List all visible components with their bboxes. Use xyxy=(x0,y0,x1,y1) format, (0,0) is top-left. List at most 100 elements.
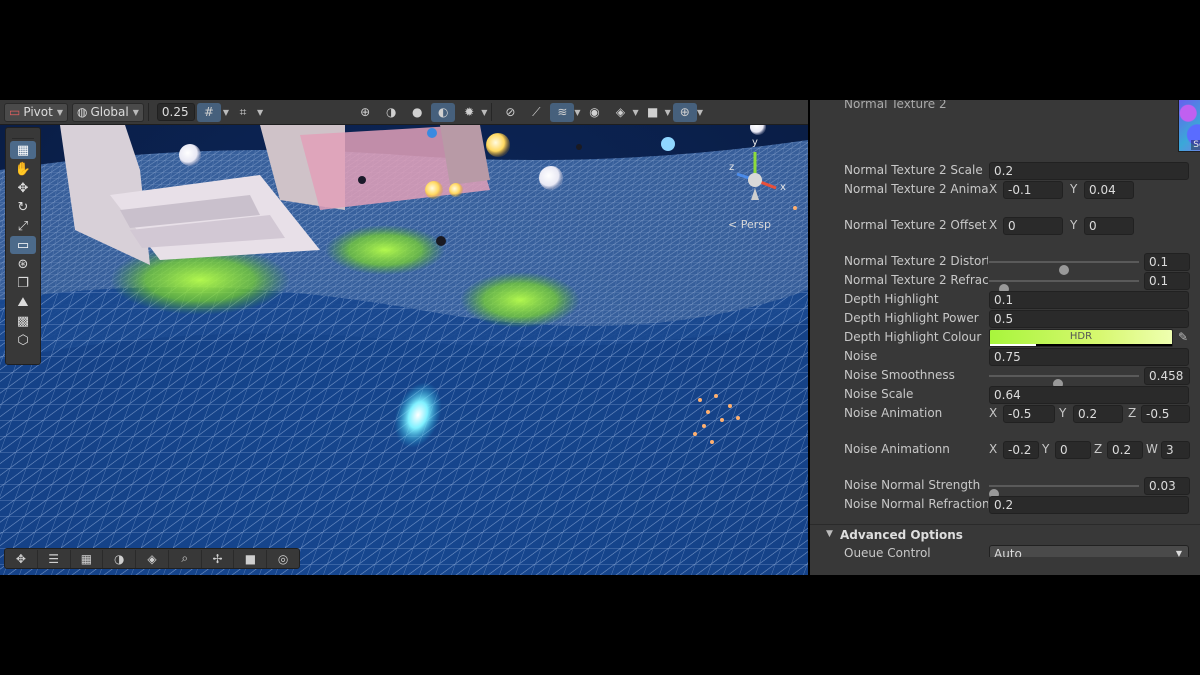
noise-animationn-y-field[interactable]: 0 xyxy=(1055,441,1091,459)
queue-control-value: Auto xyxy=(994,547,1022,557)
shaded-wireframe-icon[interactable]: ⊕ xyxy=(353,103,377,122)
noise-animation-x-field[interactable]: -0.5 xyxy=(1003,405,1055,423)
noise-scale-field[interactable]: 0.64 xyxy=(989,386,1189,404)
toolbar-divider xyxy=(147,103,149,121)
nt2-distortion-field[interactable]: 0.1 xyxy=(1144,253,1190,271)
scale-icon[interactable]: ⤢ xyxy=(10,217,36,235)
pivot-toggle[interactable]: ▭ Pivot ▼ xyxy=(4,102,68,122)
shaded-icon[interactable]: ◑ xyxy=(379,103,403,122)
global-label: Global xyxy=(90,105,129,119)
nt2-distortion-row: Normal Texture 2 Distortion 0.1 xyxy=(844,253,1194,275)
terrain-icon[interactable]: ⛰ xyxy=(10,293,36,311)
snap-increment-field[interactable]: 0.25 xyxy=(156,103,195,121)
noise-field[interactable]: 0.75 xyxy=(989,348,1189,366)
depth-highlight-field[interactable]: 0.1 xyxy=(989,291,1189,309)
nt2-scale-row: Normal Texture 2 Scale 0.2 xyxy=(844,162,1194,181)
axis-x-label: X xyxy=(989,218,998,232)
2d-toggle-icon[interactable]: ⊘ xyxy=(498,103,522,122)
depth-highlight-power-field[interactable]: 0.5 xyxy=(989,310,1189,328)
settings-icon[interactable]: ☰ xyxy=(38,549,71,568)
noise-animationn-z-field[interactable]: 0.2 xyxy=(1107,441,1143,459)
lighting-icon[interactable]: ⟋ xyxy=(524,103,548,122)
search-icon[interactable]: ⌕ xyxy=(169,549,202,568)
gizmos-icon[interactable]: ⊕ xyxy=(672,102,697,122)
chevron-down-icon[interactable]: ▼ xyxy=(223,108,229,117)
rotate-icon[interactable]: ↻ xyxy=(10,198,36,216)
hdr-color-swatch[interactable]: HDR xyxy=(989,329,1173,347)
layers-stack-icon[interactable]: ◈ xyxy=(609,103,633,122)
chevron-down-icon[interactable]: ▼ xyxy=(665,108,671,117)
globe-icon: ◍ xyxy=(76,105,88,119)
nt2-refraction-slider[interactable] xyxy=(989,280,1139,294)
noise-row: Noise 0.75 xyxy=(844,348,1194,367)
bottom-overlay-toolbar: ✥ ☰ ▦ ◑ ◈ ⌕ ✢ ■ ◎ xyxy=(4,548,300,569)
hand-icon[interactable]: ✋ xyxy=(10,160,36,178)
grid-snap-icon[interactable]: # xyxy=(196,102,221,122)
global-toggle[interactable]: ◍ Global ▼ xyxy=(71,102,144,122)
increment-snap-icon[interactable]: ⌗ xyxy=(231,103,255,122)
rect-tool-icon[interactable]: ▭ xyxy=(10,236,36,254)
pivot-icon[interactable]: ✢ xyxy=(202,549,235,568)
noise-normal-strength-slider[interactable] xyxy=(988,485,1139,499)
noise-smoothness-field[interactable]: 0.458 xyxy=(1144,367,1190,385)
shading-icon[interactable]: ◑ xyxy=(103,549,137,568)
chevron-down-icon[interactable]: ▼ xyxy=(574,108,580,117)
normal-texture-2-thumbnail[interactable]: Select xyxy=(1178,100,1200,152)
gizmo-z-label: z xyxy=(729,162,735,173)
nt2-scale-field[interactable]: 0.2 xyxy=(989,162,1189,180)
axis-y-label: Y xyxy=(1042,442,1050,456)
unlit-icon[interactable]: ● xyxy=(405,103,429,122)
scene-view[interactable]: y x z < Persp ▭ Pivot ▼ ◍ Global ▼ 0.25 … xyxy=(0,100,808,575)
unity-editor: y x z < Persp ▭ Pivot ▼ ◍ Global ▼ 0.25 … xyxy=(0,100,1200,575)
advanced-options-foldout[interactable]: ▼ Advanced Options xyxy=(826,527,1200,547)
visibility-eye-icon[interactable]: ◉ xyxy=(583,103,607,122)
chevron-down-icon[interactable]: ▼ xyxy=(257,108,263,117)
alpha-bar-white xyxy=(990,344,1036,346)
chevron-down-icon[interactable]: ▼ xyxy=(633,108,639,117)
noise-normal-refraction-field[interactable]: 0.2 xyxy=(989,496,1189,514)
nt2-offset-y-field[interactable]: 0 xyxy=(1084,217,1134,235)
move-icon[interactable]: ✥ xyxy=(5,549,38,568)
noise-animation-y-field[interactable]: 0.2 xyxy=(1073,405,1123,423)
noise-animationn-x-field[interactable]: -0.2 xyxy=(1003,441,1039,459)
noise-animationn-w-field[interactable]: 3 xyxy=(1161,441,1190,459)
foldout-triangle-icon: ▼ xyxy=(826,529,833,539)
transform-icon[interactable]: ⊛ xyxy=(10,255,36,273)
toolbar-divider xyxy=(491,103,493,121)
layers-icon[interactable]: ◈ xyxy=(136,549,169,568)
nt2-refraction-field[interactable]: 0.1 xyxy=(1144,272,1190,290)
nt2-offset-label: Normal Texture 2 Offset xyxy=(844,218,987,232)
nt2-animation-y-field[interactable]: 0.04 xyxy=(1084,181,1134,199)
camera-mode-label[interactable]: < Persp xyxy=(728,218,771,231)
move-icon[interactable]: ✥ xyxy=(10,179,36,197)
compass-icon[interactable]: ◎ xyxy=(267,550,299,568)
noise-normal-strength-row: Noise Normal Strength 0.03 xyxy=(844,477,1194,499)
chevron-down-icon[interactable]: ▼ xyxy=(697,108,703,117)
nt2-refraction-label: Normal Texture 2 Refraction xyxy=(844,273,988,287)
noise-animation-z-field[interactable]: -0.5 xyxy=(1141,405,1190,423)
overlay-grip[interactable] xyxy=(12,130,34,139)
noise-normal-refraction-label: Noise Normal Refraction xyxy=(844,497,988,511)
nt2-scale-label: Normal Texture 2 Scale xyxy=(844,163,983,177)
camera-icon[interactable]: ■ xyxy=(234,549,268,568)
chevron-down-icon[interactable]: ▼ xyxy=(481,108,487,117)
nt2-offset-x-field[interactable]: 0 xyxy=(1003,217,1063,235)
texture-select-button[interactable]: Select xyxy=(1191,140,1200,150)
grid-icon[interactable]: ▦ xyxy=(71,549,104,568)
depth-highlight-colour-row: Depth Highlight Colour HDR ✎ xyxy=(844,329,1194,348)
grid-tool-icon[interactable]: ▦ xyxy=(10,141,36,159)
gizmo-x-label: x xyxy=(780,182,786,193)
cube-icon[interactable]: ⬡ xyxy=(10,331,36,349)
noise-smoothness-slider[interactable] xyxy=(989,375,1139,389)
nt2-distortion-slider[interactable] xyxy=(989,261,1139,275)
custom-tool-icon[interactable]: ❐ xyxy=(10,274,36,292)
noise-normal-strength-field[interactable]: 0.03 xyxy=(1144,477,1190,495)
eyedropper-icon[interactable]: ✎ xyxy=(1178,330,1188,344)
debug-icon[interactable]: ✹ xyxy=(457,103,481,122)
layers-icon[interactable]: ≋ xyxy=(550,102,575,122)
camera-icon[interactable]: ■ xyxy=(641,103,665,122)
nt2-animation-x-field[interactable]: -0.1 xyxy=(1003,181,1063,199)
queue-control-dropdown[interactable]: Auto ▼ xyxy=(989,545,1189,557)
grid-paint-icon[interactable]: ▩ xyxy=(10,312,36,330)
draw-mode-icon[interactable]: ◐ xyxy=(431,102,456,122)
